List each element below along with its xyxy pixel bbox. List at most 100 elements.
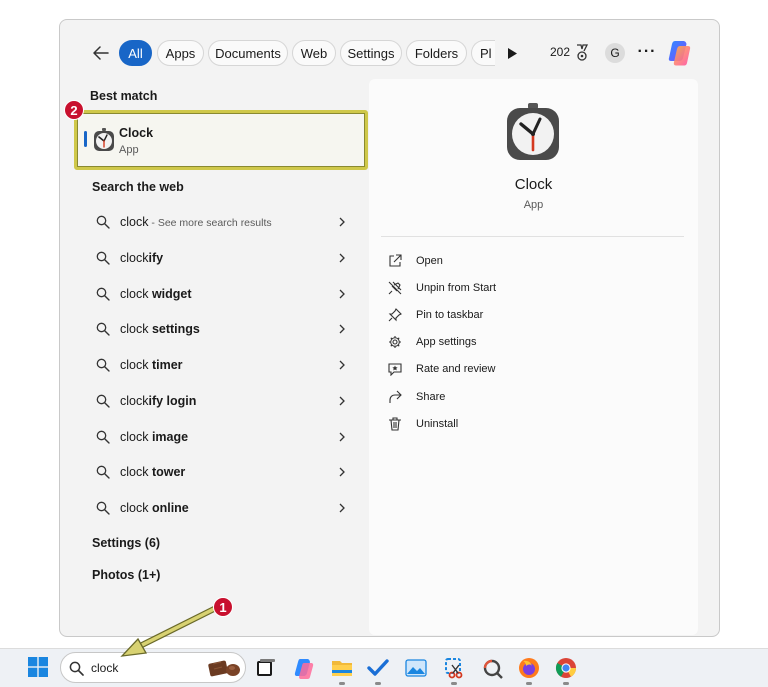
action-uninstall[interactable]: Uninstall	[388, 413, 458, 435]
chevron-right-icon	[339, 253, 345, 263]
tab-photos-truncated[interactable]: Pl	[471, 40, 495, 66]
action-app-settings[interactable]: App settings	[388, 331, 477, 353]
annotation-badge-2: 2	[64, 100, 84, 120]
action-rate-label: Rate and review	[416, 363, 496, 375]
best-match-clock-app[interactable]: Clock App	[74, 110, 368, 170]
chevron-right-icon	[339, 217, 345, 227]
web-suggestion-completion: ify	[148, 250, 164, 265]
web-suggestion-row[interactable]: clock settings	[84, 314, 360, 344]
tab-all[interactable]: All	[119, 40, 152, 66]
scroll-right-icon[interactable]	[505, 45, 519, 61]
detail-app-name: Clock	[514, 176, 553, 193]
action-rate-and-review[interactable]: Rate and review	[388, 358, 496, 380]
action-app-settings-label: App settings	[416, 336, 477, 348]
web-suggestion-row[interactable]: clock widget	[84, 279, 360, 309]
chevron-right-icon	[339, 324, 345, 334]
tab-apps[interactable]: Apps	[157, 40, 204, 66]
web-suggestion-row[interactable]: clock online	[84, 493, 360, 523]
detail-pane	[369, 79, 698, 635]
system-restore-icon[interactable]	[480, 656, 504, 680]
copilot-taskbar-icon[interactable]	[292, 656, 316, 680]
web-suggestion-row[interactable]: clockify	[84, 243, 360, 273]
web-suggestion-text: clock widget	[120, 287, 338, 301]
tab-settings[interactable]: Settings	[340, 40, 402, 66]
action-uninstall-label: Uninstall	[416, 418, 459, 430]
web-suggestion-query: clock	[120, 393, 149, 408]
web-suggestion-row[interactable]: clock timer	[84, 350, 360, 380]
web-suggestion-row[interactable]: clock image	[84, 422, 360, 452]
chevron-right-icon	[339, 467, 345, 477]
best-match-app-type: App	[119, 144, 139, 156]
web-suggestion-completion: image	[151, 429, 189, 444]
tab-folders[interactable]: Folders	[406, 40, 467, 66]
search-icon	[96, 394, 110, 408]
rewards-points[interactable]: 202	[550, 45, 570, 59]
action-open[interactable]: Open	[388, 250, 443, 272]
back-arrow-icon[interactable]	[90, 42, 112, 64]
tab-documents[interactable]: Documents	[208, 40, 288, 66]
selection-indicator	[84, 131, 87, 147]
web-suggestion-hint: - See more search results	[148, 217, 272, 229]
search-icon	[96, 358, 110, 372]
web-suggestion-query: clock	[120, 358, 152, 372]
annotation-arrow-icon	[120, 605, 219, 657]
action-share[interactable]: Share	[388, 386, 445, 408]
photos-icon[interactable]	[404, 656, 428, 680]
search-icon	[96, 251, 110, 265]
web-suggestion-completion: timer	[151, 358, 183, 372]
web-suggestion-query: clock	[120, 215, 149, 229]
web-suggestion-text: clock timer	[120, 358, 338, 372]
web-suggestion-row[interactable]: clock - See more search results	[84, 207, 360, 237]
action-pin-label: Pin to taskbar	[416, 309, 484, 321]
task-view-icon[interactable]	[254, 656, 278, 680]
file-explorer-icon[interactable]	[330, 656, 354, 680]
star-review-icon	[388, 363, 402, 376]
firefox-icon[interactable]	[517, 656, 541, 680]
web-suggestion-query: clock	[120, 322, 152, 337]
search-web-heading: Search the web	[92, 180, 184, 194]
trash-icon	[389, 417, 401, 431]
file-explorer-running-indicator	[339, 682, 345, 685]
firefox-running-indicator	[526, 682, 532, 685]
web-suggestion-text: clock online	[120, 501, 338, 515]
chevron-right-icon	[339, 396, 345, 406]
search-icon	[96, 215, 110, 229]
chrome-icon[interactable]	[554, 656, 578, 680]
more-options-icon[interactable]: ···	[638, 42, 656, 62]
web-suggestion-text: clock - See more search results	[120, 215, 338, 229]
clock-app-large-icon	[507, 103, 559, 160]
clock-app-icon	[94, 128, 114, 151]
detail-app-type: App	[523, 199, 544, 211]
best-match-heading: Best match	[90, 89, 158, 103]
windows-start-icon[interactable]	[28, 657, 48, 677]
search-icon	[96, 430, 110, 444]
copilot-icon[interactable]	[666, 38, 694, 66]
web-suggestion-text: clockify	[120, 251, 338, 265]
annotation-badge-1: 1	[213, 597, 233, 617]
category-settings[interactable]: Settings (6)	[92, 536, 160, 550]
web-suggestion-query: clock	[120, 501, 152, 515]
action-pin-to-taskbar[interactable]: Pin to taskbar	[388, 304, 483, 326]
chrome-running-indicator	[563, 682, 569, 685]
web-suggestion-query: clock	[120, 286, 152, 301]
detail-divider	[381, 236, 684, 237]
todo-check-icon[interactable]	[366, 656, 390, 680]
snipping-tool-running-indicator	[451, 682, 457, 685]
web-suggestion-completion: widget	[151, 286, 192, 301]
web-suggestion-text: clock settings	[120, 322, 338, 336]
web-suggestion-row[interactable]: clockify login	[84, 386, 360, 416]
snipping-tool-icon[interactable]	[442, 656, 466, 680]
pin-icon	[388, 308, 402, 322]
action-unpin-from-start[interactable]: Unpin from Start	[388, 277, 496, 299]
chevron-right-icon	[339, 289, 345, 298]
web-suggestion-row[interactable]: clock tower	[84, 457, 360, 487]
web-suggestion-completion: tower	[151, 465, 186, 480]
search-icon	[69, 661, 84, 676]
tab-web[interactable]: Web	[292, 40, 336, 66]
web-suggestion-text: clock tower	[120, 465, 338, 479]
account-avatar[interactable]: G	[605, 43, 625, 63]
gear-icon	[389, 336, 401, 348]
rewards-medal-icon[interactable]	[575, 44, 589, 62]
category-photos[interactable]: Photos (1+)	[92, 568, 160, 582]
search-icon	[96, 322, 110, 336]
